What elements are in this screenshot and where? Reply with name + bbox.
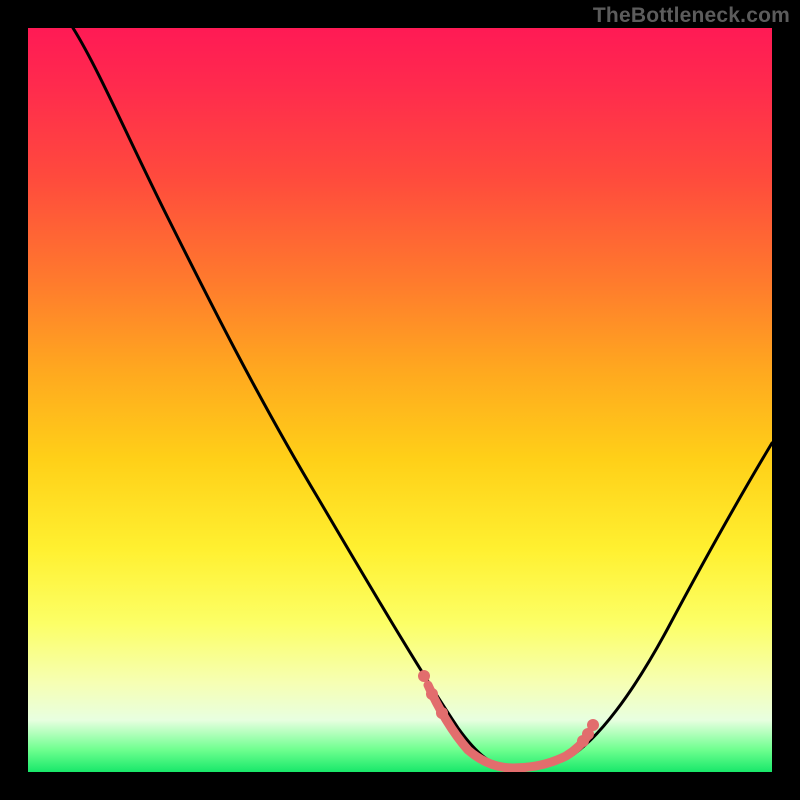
highlight-dot <box>587 719 599 731</box>
highlight-dot <box>436 707 448 719</box>
highlight-segment <box>428 685 589 768</box>
highlight-dot <box>426 688 438 700</box>
bottleneck-curve-path <box>73 28 772 769</box>
plot-svg <box>28 28 772 772</box>
highlight-dot <box>418 670 430 682</box>
watermark-text: TheBottleneck.com <box>593 4 790 28</box>
plot-area <box>28 28 772 772</box>
chart-frame: TheBottleneck.com <box>0 0 800 800</box>
